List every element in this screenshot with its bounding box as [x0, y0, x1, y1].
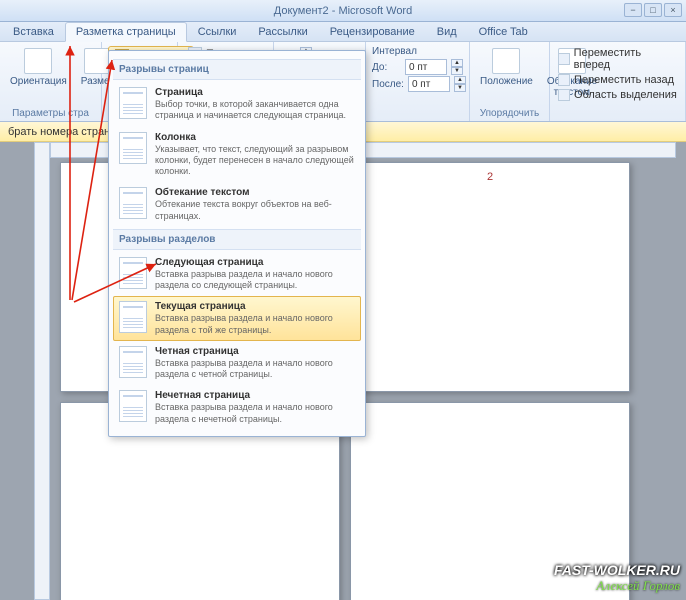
tab-office[interactable]: Office Tab — [468, 22, 539, 41]
orientation-label: Ориентация — [10, 76, 67, 87]
break-page-icon — [119, 87, 147, 119]
title-bar: Документ2 - Microsoft Word − □ × — [0, 0, 686, 22]
bring-forward-icon — [558, 53, 570, 65]
selection-pane-button[interactable]: Область выделения — [556, 88, 679, 102]
section-next-page-icon — [119, 257, 147, 289]
page-2[interactable]: 2 — [350, 162, 630, 392]
close-button[interactable]: × — [664, 3, 682, 17]
spacing-before-input[interactable] — [405, 59, 447, 75]
ribbon-tabs: Вставка Разметка страницы Ссылки Рассылк… — [0, 22, 686, 42]
group-arrange-right: Переместить вперед Переместить назад Обл… — [550, 42, 686, 121]
tab-page-layout[interactable]: Разметка страницы — [65, 22, 187, 42]
vertical-ruler — [34, 142, 50, 600]
group-page-setup-label: Параметры стра — [6, 106, 95, 119]
position-label: Положение — [480, 76, 533, 87]
group-page-setup: Ориентация Размер Колонки Параметры стра — [0, 42, 102, 121]
spacing-before-spinner[interactable]: ▲▼ — [451, 59, 463, 75]
tab-mailings[interactable]: Рассылки — [247, 22, 318, 41]
section-even-page[interactable]: Четная страницаВставка разрыва раздела и… — [113, 341, 361, 386]
section-next-page[interactable]: Следующая страницаВставка разрыва раздел… — [113, 252, 361, 297]
after-label: После: — [372, 79, 404, 90]
selection-pane-icon — [558, 89, 570, 101]
send-backward-icon — [558, 74, 570, 86]
orientation-button[interactable]: Ориентация — [6, 46, 71, 89]
section-continuous-icon — [119, 301, 147, 333]
tab-review[interactable]: Рецензирование — [319, 22, 426, 41]
bring-forward-button[interactable]: Переместить вперед — [556, 46, 679, 72]
break-wrap-icon — [119, 187, 147, 219]
spacing-after-input[interactable] — [408, 76, 450, 92]
tab-view[interactable]: Вид — [426, 22, 468, 41]
group-arrange-label: Упорядочить — [476, 106, 543, 119]
tab-insert[interactable]: Вставка — [2, 22, 65, 41]
watermark-site: FAST-WOLKER.RU — [554, 562, 680, 578]
minimize-button[interactable]: − — [624, 3, 642, 17]
watermark: FAST-WOLKER.RU Алексей Горлов — [554, 562, 680, 594]
break-text-wrapping[interactable]: Обтекание текстомОбтекание текста вокруг… — [113, 182, 361, 227]
breaks-dropdown: Разрывы страниц СтраницаВыбор точки, в к… — [108, 50, 366, 437]
window-controls: − □ × — [624, 3, 682, 17]
maximize-button[interactable]: □ — [644, 3, 662, 17]
dropdown-header-page-breaks: Разрывы страниц — [113, 59, 361, 80]
break-column-icon — [119, 132, 147, 164]
spacing-after-spinner[interactable]: ▲▼ — [454, 76, 466, 92]
window-title: Документ2 - Microsoft Word — [274, 5, 412, 17]
position-icon — [492, 48, 520, 74]
section-continuous[interactable]: Текущая страницаВставка разрыва раздела … — [113, 296, 361, 341]
orientation-icon — [24, 48, 52, 74]
section-even-page-icon — [119, 346, 147, 378]
group-arrange: Положение Обтекание текстом Упорядочить — [470, 42, 550, 121]
tab-references[interactable]: Ссылки — [187, 22, 248, 41]
group-interval: Интервал До: ▲▼ После: ▲▼ — [366, 42, 470, 121]
section-odd-page-icon — [119, 390, 147, 422]
send-backward-button[interactable]: Переместить назад — [556, 73, 679, 87]
dropdown-header-section-breaks: Разрывы разделов — [113, 229, 361, 250]
position-button[interactable]: Положение — [476, 46, 537, 100]
break-column[interactable]: КолонкаУказывает, что текст, следующий з… — [113, 127, 361, 183]
before-label: До: — [372, 62, 401, 73]
watermark-author: Алексей Горлов — [554, 578, 680, 594]
page-number-2: 2 — [487, 171, 493, 183]
interval-label: Интервал — [372, 46, 463, 57]
section-odd-page[interactable]: Нечетная страницаВставка разрыва раздела… — [113, 385, 361, 430]
break-page[interactable]: СтраницаВыбор точки, в которой заканчива… — [113, 82, 361, 127]
info-bar-text: брать номера страниц — [8, 126, 123, 138]
